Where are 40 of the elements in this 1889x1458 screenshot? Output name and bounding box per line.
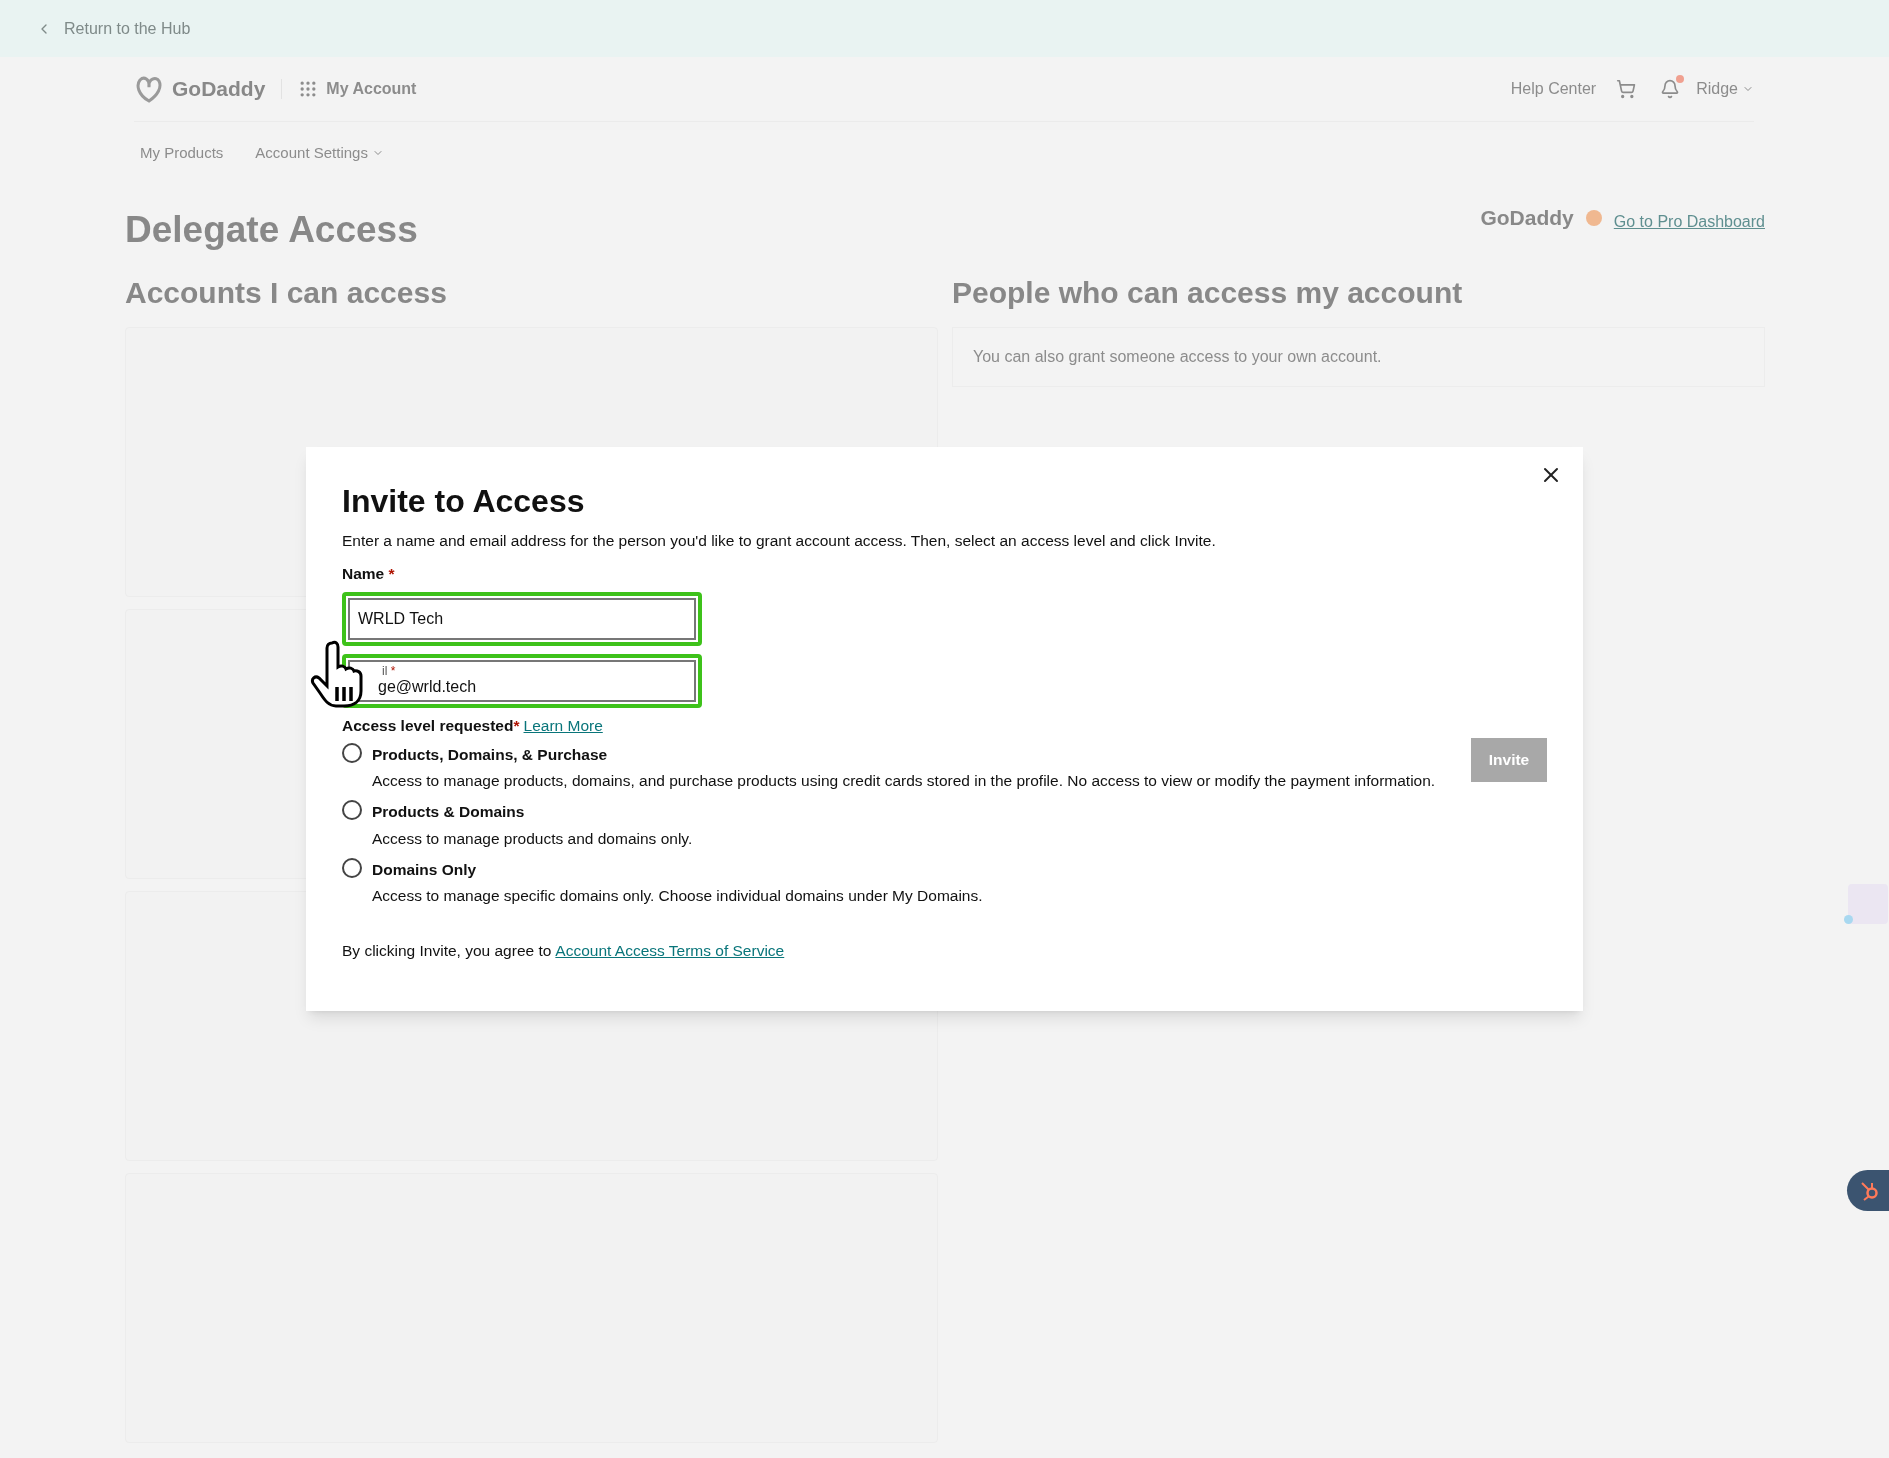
option-description: Access to manage specific domains only. Choose individual domains under My Domains.: [372, 886, 983, 906]
dialog-title: Invite to Access: [342, 482, 586, 521]
radio-button[interactable]: [342, 742, 362, 763]
radio-button[interactable]: [342, 857, 362, 878]
text-field[interactable]: WRLD Tech: [342, 591, 702, 646]
text-field[interactable]: il * ge@wrld.tech: [342, 653, 702, 708]
option-title: Products & Domains: [372, 802, 526, 823]
radio-button[interactable]: [342, 800, 362, 821]
pro-dashboard-link[interactable]: Go to Pro Dashboard: [1613, 209, 1765, 234]
pro-badge-icon: [1585, 209, 1602, 226]
field-value: WRLD Tech: [358, 608, 445, 629]
option-description: Access to manage products, domains, and purchase products using credit cards stored in the profile. No access to view or modify the payment information.: [372, 771, 1436, 791]
section-heading: People who can access my account: [952, 274, 1464, 311]
sprocket-icon: [1859, 1179, 1881, 1202]
user-menu[interactable]: Ridge: [1696, 77, 1754, 101]
logo-icon: [134, 75, 164, 103]
terms-text: By clicking Invite, you agree to: [342, 941, 552, 962]
dialog-intro: Enter a name and email address for the person you'd like to grant account access. Then, select an access level and click Invite.: [342, 531, 1217, 551]
nav-link[interactable]: My Products: [140, 141, 224, 165]
option-description: Access to manage products and domains only.: [372, 828, 693, 849]
access-label: Access level requested*: [342, 715, 520, 736]
page-title: Delegate Access: [125, 208, 418, 252]
field-label: Name *: [342, 564, 396, 585]
nav-link[interactable]: Account Settings: [255, 141, 384, 165]
option-title: Domains Only: [372, 859, 478, 880]
option-title: Products, Domains, & Purchase: [372, 744, 609, 765]
field-value: ge@wrld.tech: [377, 676, 478, 697]
terms-link[interactable]: Account Access Terms of Service: [555, 939, 785, 963]
bell-icon[interactable]: [1660, 79, 1681, 99]
app-title: My Account: [326, 79, 417, 99]
cart-icon[interactable]: [1616, 79, 1637, 99]
pro-logo: GoDaddy: [1480, 205, 1574, 231]
logo-text: GoDaddy: [172, 76, 266, 103]
help-chat-button[interactable]: [1847, 1170, 1889, 1211]
learn-more-link[interactable]: Learn More: [523, 713, 603, 737]
section-heading: Accounts I can access: [125, 274, 448, 311]
back-link[interactable]: Return to the Hub: [64, 16, 191, 41]
help-link[interactable]: Help Center: [1510, 77, 1597, 101]
field-label: il *: [381, 664, 397, 677]
info-text: You can also grant someone access to your own account.: [973, 346, 1382, 367]
